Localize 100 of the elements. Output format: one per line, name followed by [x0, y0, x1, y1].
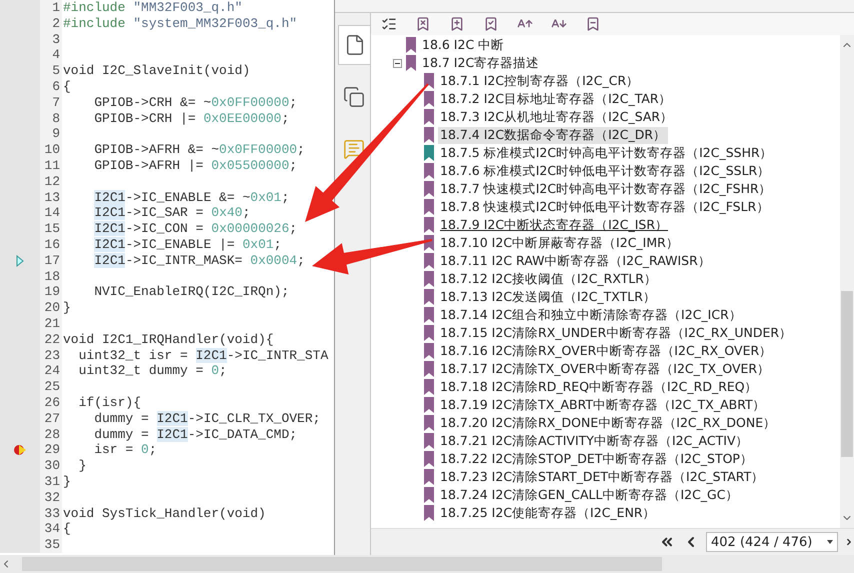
- bookmark-item[interactable]: 18.7.5 标准模式I2C时钟高电平计数寄存器（I2C_SSHR）: [438, 144, 775, 162]
- bookmark-item[interactable]: 18.7.10 I2C中断屏蔽寄存器（I2C_IMR）: [438, 234, 681, 252]
- line-number: 21: [40, 316, 62, 332]
- bookmark-item[interactable]: 18.7.13 I2C发送阈值（I2C_TXTLR）: [438, 288, 658, 306]
- line-number: 8: [40, 110, 62, 126]
- line-number: 32: [40, 490, 62, 506]
- pages-icon: [343, 86, 365, 108]
- bookmark-item[interactable]: 18.7.12 I2C接收阈值（I2C_RXTLR）: [438, 270, 659, 288]
- bookmark-check-icon: [483, 16, 499, 32]
- code-line: GPIOB->CRH &= ~0x0FF00000;: [93, 94, 298, 111]
- line-number: 19: [40, 284, 62, 300]
- line-number: 33: [40, 506, 62, 522]
- bookmark-icon: [424, 289, 434, 305]
- code-line: uint32_t isr = I2C1->IC_INTR_STA: [78, 348, 328, 364]
- line-number: 2: [40, 16, 62, 32]
- comment-icon: [343, 138, 365, 160]
- bookmark-item[interactable]: 18.7 I2C寄存器描述: [420, 54, 542, 72]
- bookmark-icon: [424, 127, 434, 143]
- line-number: 7: [40, 94, 62, 111]
- code-line: }: [63, 300, 71, 316]
- bookmark-item[interactable]: 18.7.20 I2C清除RX_DONE中断寄存器（I2C_RX_DONE）: [438, 414, 778, 432]
- code-line: dummy = I2C1->IC_DATA_CMD;: [93, 426, 298, 442]
- bookmark-icon: [424, 307, 434, 323]
- bookmark-item[interactable]: 18.7.21 I2C清除ACTIVITY中断寄存器（I2C_ACTIV）: [438, 432, 750, 450]
- bookmark-icon: [424, 505, 434, 521]
- code-line: uint32_t dummy = 0;: [78, 363, 227, 380]
- bookmark-item[interactable]: 18.7.6 标准模式I2C时钟低电平计数寄存器（I2C_SSLR）: [438, 162, 772, 180]
- bookmark-item[interactable]: 18.7.8 快速模式I2C时钟低电平计数寄存器（I2C_FSLR）: [438, 198, 772, 216]
- code-line: {: [63, 78, 71, 95]
- bookmark-item[interactable]: 18.7.17 I2C清除TX_OVER中断寄存器（I2C_TX_OVER）: [438, 360, 772, 378]
- bookmark-item[interactable]: 18.7.2 I2C目标地址寄存器（I2C_TAR）: [438, 90, 674, 108]
- bookmark-minus-icon: [585, 16, 601, 32]
- line-number: 3: [40, 32, 62, 48]
- bookmark-icon: [424, 343, 434, 359]
- code-line: void I2C_SlaveInit(void): [63, 63, 250, 79]
- line-number: 31: [40, 474, 62, 490]
- line-number: 10: [40, 142, 62, 158]
- line-number: 1: [40, 0, 62, 16]
- code-line: I2C1->IC_CON = 0x00000026;: [93, 221, 298, 237]
- bookmark-item[interactable]: 18.7.9 I2C中断状态寄存器（I2C_ISR）: [438, 216, 670, 234]
- bookmark-icon: [424, 451, 434, 467]
- line-number: 15: [40, 221, 62, 237]
- code-line: void I2C1_IRQHandler(void){: [63, 332, 274, 348]
- bookmark-item[interactable]: 18.7.16 I2C清除RX_OVER中断寄存器（I2C_RX_OVER）: [438, 342, 774, 360]
- bookmark-item[interactable]: 18.6 I2C 中断: [420, 36, 506, 54]
- code-line: GPIOB->AFRH |= 0x05500000;: [93, 158, 298, 174]
- line-number: 6: [40, 78, 62, 95]
- bookmark-item[interactable]: 18.7.3 I2C从机地址寄存器（I2C_SAR）: [438, 108, 676, 126]
- line-number: 12: [40, 174, 62, 190]
- bookmark-item[interactable]: 18.7.15 I2C清除RX_UNDER中断寄存器（I2C_RX_UNDER）: [438, 324, 794, 342]
- code-line: I2C1->IC_ENABLE |= 0x01;: [93, 236, 282, 253]
- code-line: void SysTick_Handler(void): [63, 506, 266, 522]
- line-number: 20: [40, 300, 62, 316]
- code-line: dummy = I2C1->IC_CLR_TX_OVER;: [93, 410, 320, 427]
- code-line: I2C1->IC_SAR = 0x40;: [93, 205, 250, 222]
- code-line: GPIOB->AFRH &= ~0x0FF00000;: [93, 142, 305, 158]
- line-number: 29: [40, 442, 62, 458]
- bookmark-item[interactable]: 18.7.11 I2C RAW中断寄存器（I2C_RAWISR）: [438, 252, 713, 270]
- bookmark-item[interactable]: 18.7.24 I2C清除GEN_CALL中断寄存器（I2C_GC）: [438, 486, 740, 504]
- line-number: 17: [40, 252, 62, 269]
- side-tab[interactable]: [338, 25, 370, 65]
- code-line: {: [63, 521, 71, 538]
- line-number: 4: [40, 47, 62, 64]
- bookmark-item[interactable]: 18.7.1 I2C控制寄存器（I2C_CR）: [438, 72, 642, 90]
- line-number: 22: [40, 332, 62, 348]
- bookmark-item[interactable]: 18.7.7 快速模式I2C时钟高电平计数寄存器（I2C_FSHR）: [438, 180, 774, 198]
- horizontal-scrollbar[interactable]: [0, 555, 854, 573]
- bookmark-icon: [424, 469, 434, 485]
- code-line: isr = 0;: [93, 442, 157, 458]
- line-number: 30: [40, 458, 62, 474]
- bookmark-icon: [424, 163, 434, 179]
- vertical-scrollbar[interactable]: [840, 35, 854, 528]
- line-number: 25: [40, 379, 62, 395]
- collapse-toggle[interactable]: [393, 58, 402, 68]
- line-number: 11: [40, 158, 62, 174]
- line-number: 14: [40, 205, 62, 222]
- bookmark-icon: [424, 487, 434, 503]
- code-line: #include "system_MM32F003_q.h": [63, 16, 298, 32]
- bookmark-icon: [406, 55, 416, 71]
- bookmark-item[interactable]: 18.7.18 I2C清除RD_REQ中断寄存器（I2C_RD_REQ）: [438, 378, 760, 396]
- bookmark-icon: [424, 199, 434, 215]
- bookmark-item[interactable]: 18.7.25 I2C使能寄存器（I2C_ENR）: [438, 504, 658, 522]
- page-number-field[interactable]: 402 (424 / 476): [706, 532, 838, 552]
- line-number: 9: [40, 126, 62, 142]
- bookmark-icon: [424, 415, 434, 431]
- line-number: 27: [40, 410, 62, 427]
- bookmark-item[interactable]: 18.7.19 I2C清除TX_ABRT中断寄存器（I2C_TX_ABRT）: [438, 396, 768, 414]
- bookmark-item[interactable]: 18.7.14 I2C组合和独立中断清除寄存器（I2C_ICR）: [438, 306, 744, 324]
- code-line: NVIC_EnableIRQ(I2C_IRQn);: [93, 284, 290, 300]
- bookmark-icon: [424, 379, 434, 395]
- bookmark-icon: [424, 253, 434, 269]
- bookmark-item[interactable]: 18.7.4 I2C数据命令寄存器（I2C_DR）: [438, 126, 668, 144]
- bookmark-icon: [424, 271, 434, 287]
- bookmark-item[interactable]: 18.7.22 I2C清除STOP_DET中断寄存器（I2C_STOP）: [438, 450, 755, 468]
- line-number: 28: [40, 426, 62, 442]
- bookmark-icon: [406, 37, 416, 53]
- bookmark-icon: [424, 181, 434, 197]
- bookmark-item[interactable]: 18.7.23 I2C清除START_DET中断寄存器（I2C_START）: [438, 468, 766, 486]
- line-number: 26: [40, 394, 62, 411]
- bookmark-icon: [424, 325, 434, 341]
